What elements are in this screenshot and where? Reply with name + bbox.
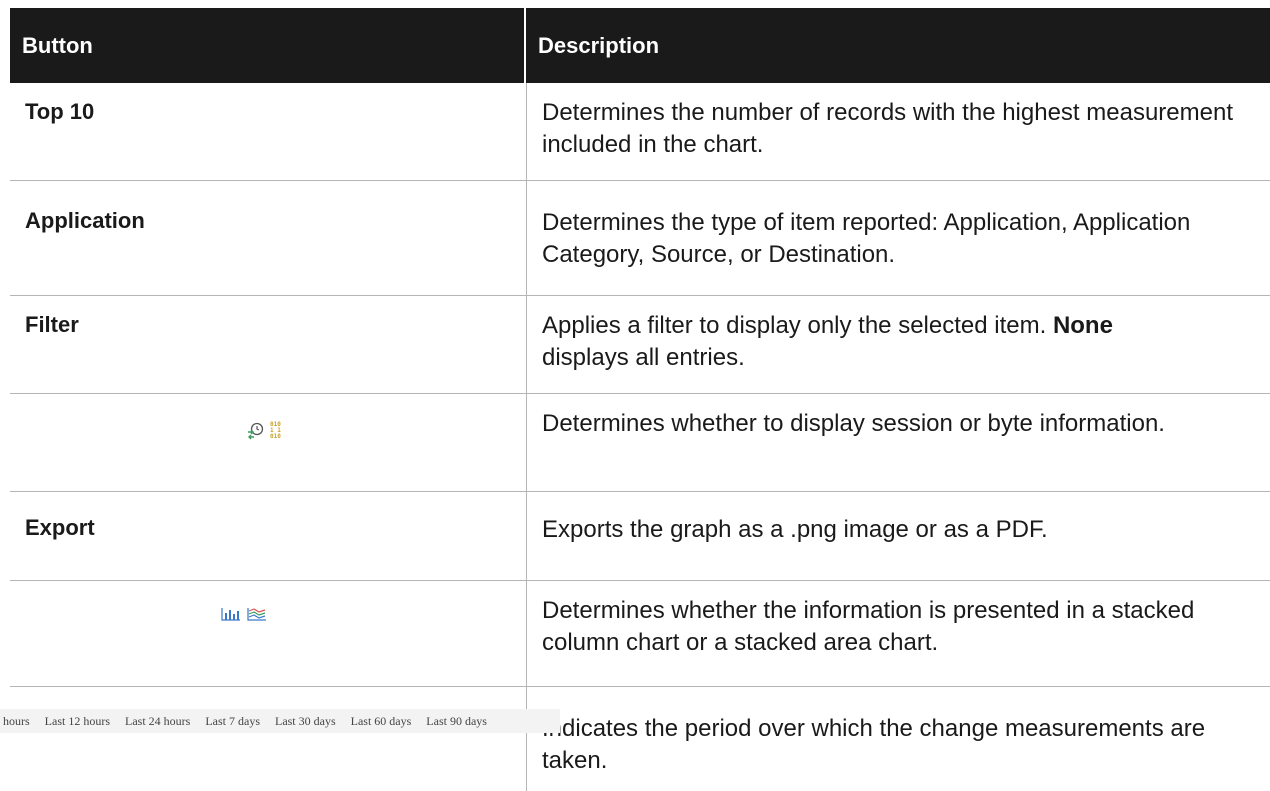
filter-label: Filter <box>25 312 79 337</box>
filter-desc-pre: Applies a filter to display only the sel… <box>542 312 1047 339</box>
filter-desc-none: None <box>1052 312 1113 339</box>
table-header: Button Description <box>10 8 1270 83</box>
top10-label: Top 10 <box>25 99 95 124</box>
session-clock-icon <box>248 422 264 440</box>
header-description: Description <box>538 32 660 58</box>
time-range-selector: 6 hours Last 12 hours Last 24 hours Last… <box>0 709 560 733</box>
header-divider <box>524 8 526 83</box>
time-range-90-days[interactable]: Last 90 days <box>426 714 487 729</box>
table-row: Indicates the period over which the chan… <box>10 687 1270 791</box>
table-row: Determines whether the information is pr… <box>10 581 1270 687</box>
filter-desc-post: displays all entries. <box>542 344 745 371</box>
export-label: Export <box>25 515 95 540</box>
time-range-30-days[interactable]: Last 30 days <box>275 714 336 729</box>
session-byte-toggle: 0101 1010 <box>246 422 282 440</box>
time-range-12-hours[interactable]: Last 12 hours <box>45 714 110 729</box>
application-label: Application <box>25 208 145 233</box>
stacked-area-chart-icon <box>247 608 266 621</box>
top10-description: Determines the number of records with th… <box>542 99 1233 158</box>
time-range-60-days[interactable]: Last 60 days <box>351 714 412 729</box>
export-description: Exports the graph as a .png image or as … <box>542 516 1048 543</box>
stacked-column-chart-icon <box>221 608 240 621</box>
time-range-description: Indicates the period over which the chan… <box>542 715 1206 774</box>
table-row: Application Determines the type of item … <box>10 181 1270 296</box>
table-row: 0101 1010 Determines whether to display … <box>10 394 1270 492</box>
time-range-24-hours[interactable]: Last 24 hours <box>125 714 190 729</box>
chart-type-description: Determines whether the information is pr… <box>542 597 1195 656</box>
chart-type-toggle <box>221 607 267 621</box>
application-description: Determines the type of item reported: Ap… <box>542 209 1191 268</box>
header-button: Button <box>22 32 93 58</box>
bytes-binary-icon: 0101 1010 <box>270 421 281 440</box>
session-byte-description: Determines whether to display session or… <box>542 410 1165 437</box>
time-range-6-hours[interactable]: 6 hours <box>0 714 30 729</box>
table-row: Top 10 Determines the number of records … <box>10 83 1270 181</box>
table-row: Export Exports the graph as a .png image… <box>10 492 1270 581</box>
time-range-7-days[interactable]: Last 7 days <box>205 714 260 729</box>
filter-description: Applies a filter to display only the sel… <box>542 310 1242 374</box>
button-description-table: Button Description <box>10 8 1270 83</box>
table-row: Filter Applies a filter to display only … <box>10 296 1270 394</box>
